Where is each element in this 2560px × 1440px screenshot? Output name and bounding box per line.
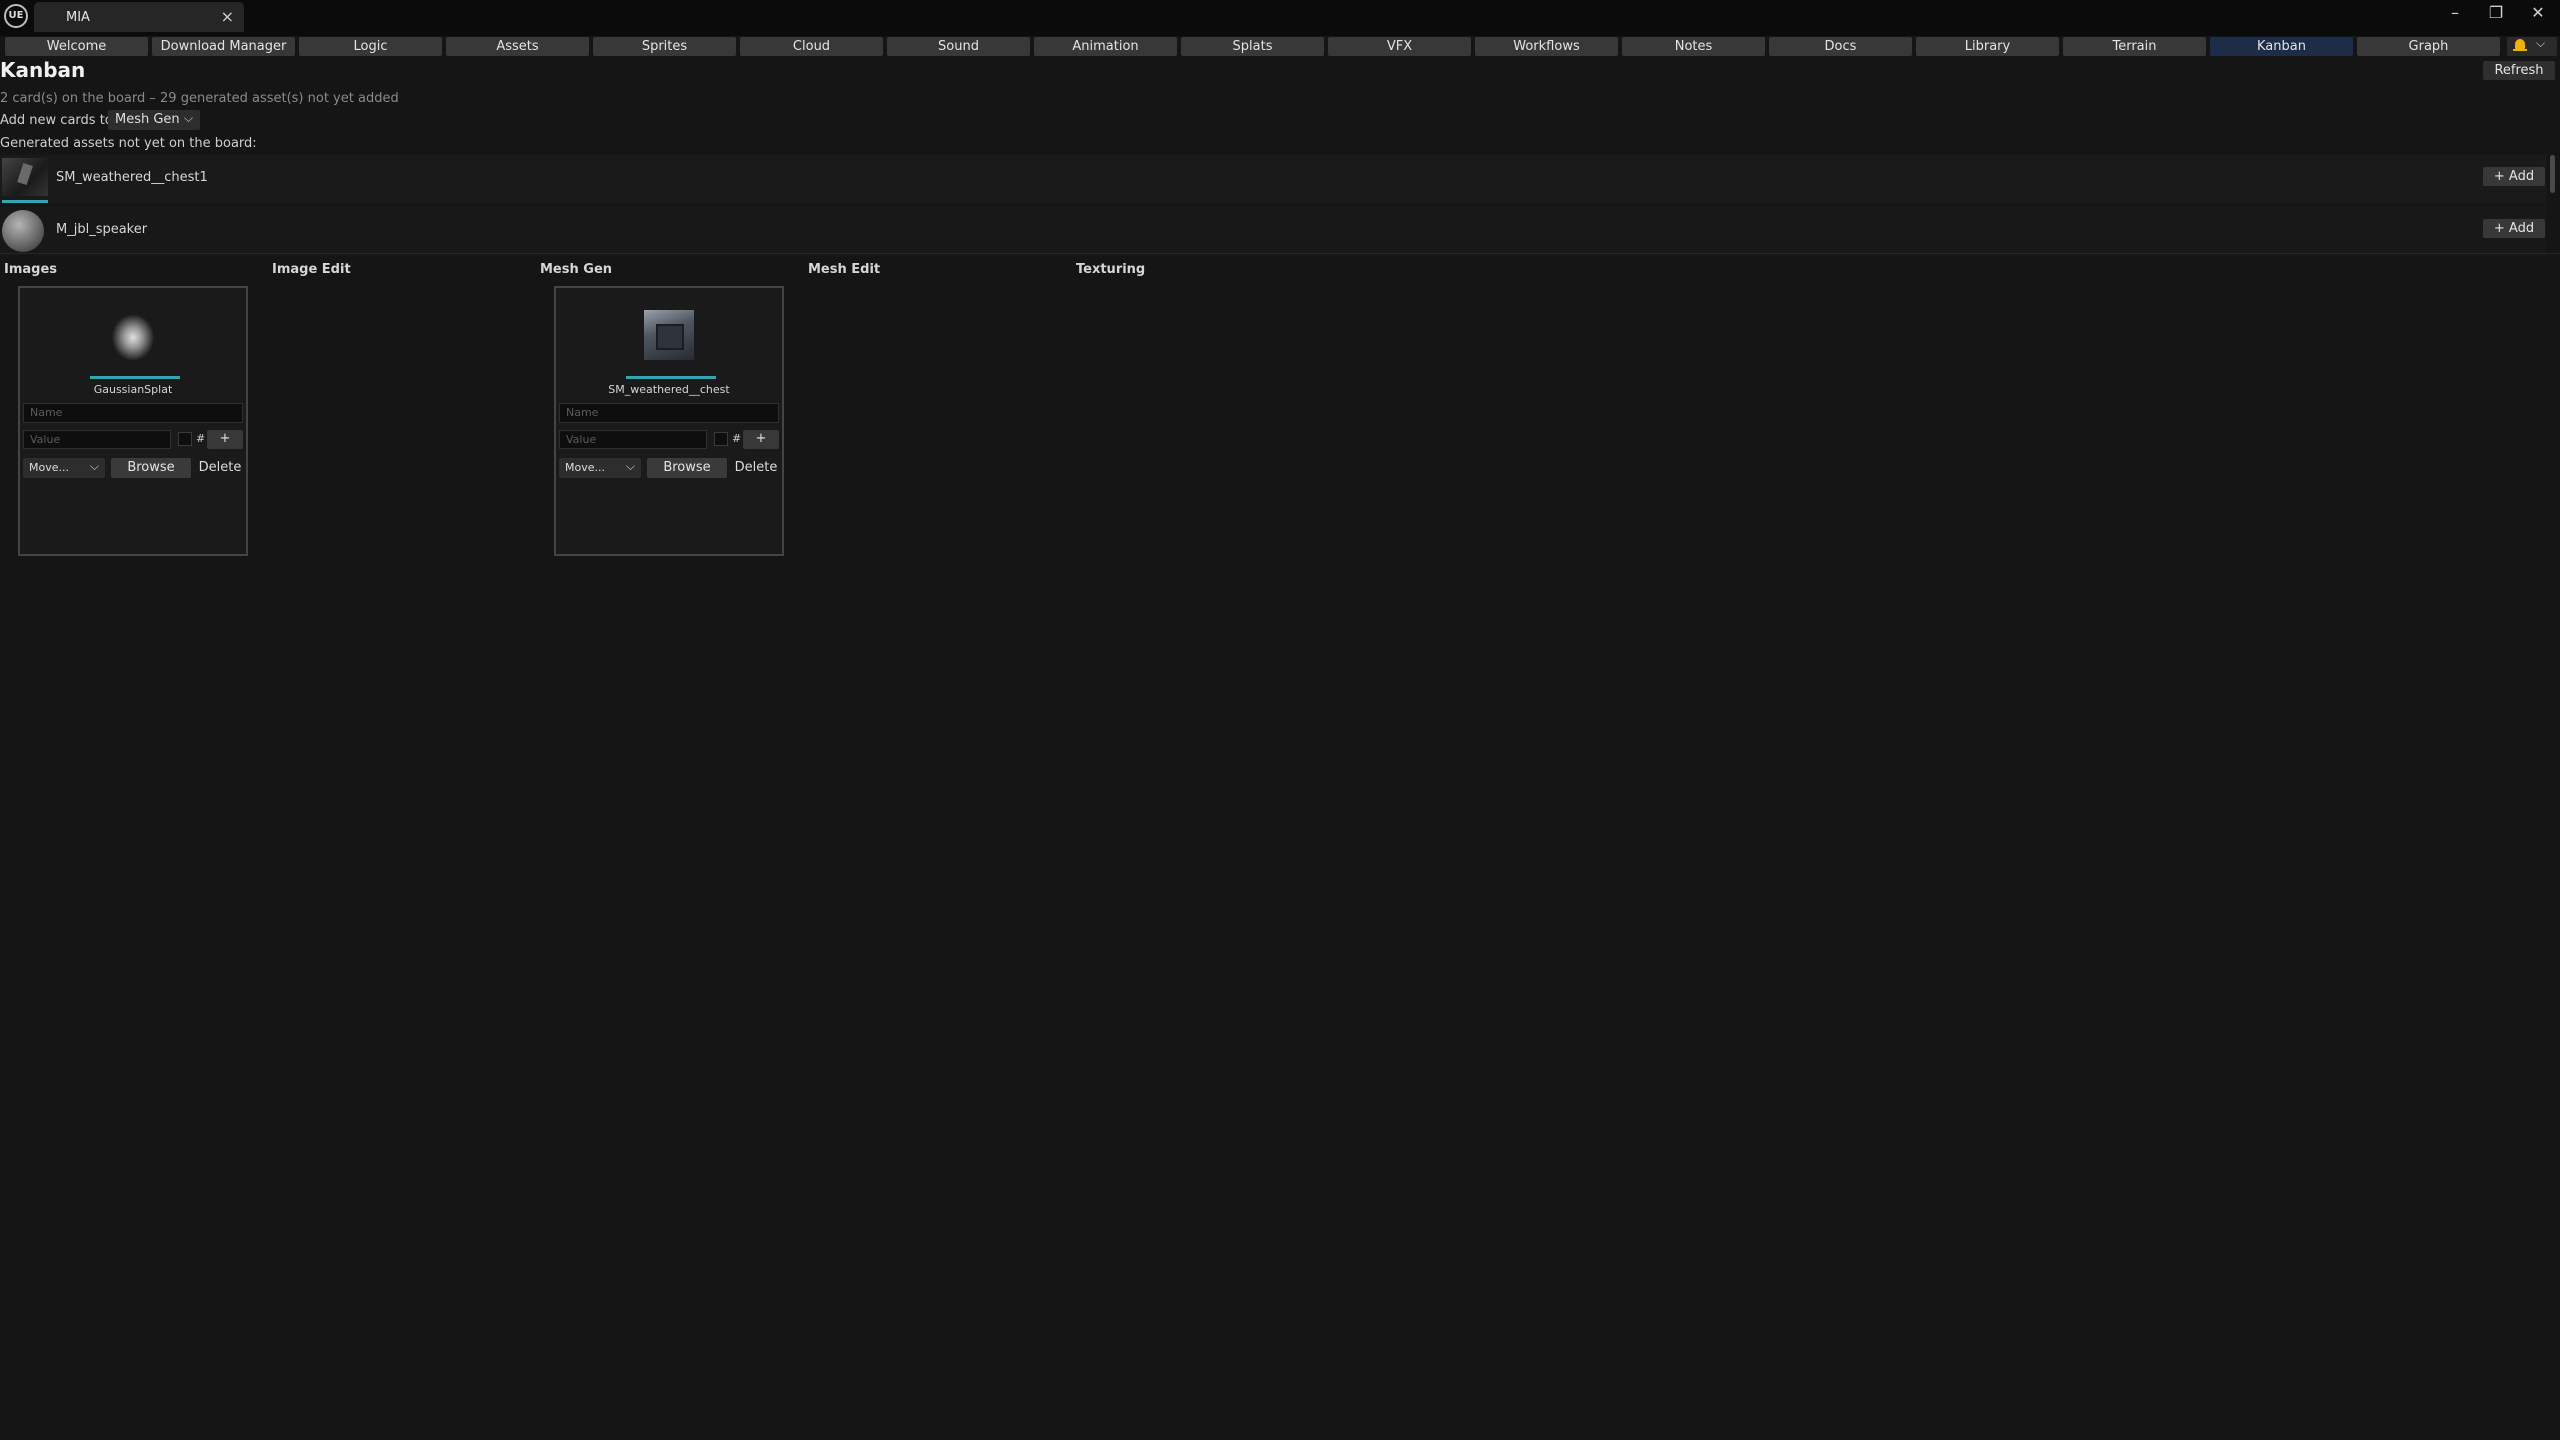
tab-download-manager[interactable]: Download Manager xyxy=(152,37,295,56)
refresh-button[interactable]: Refresh xyxy=(2483,61,2555,80)
asset-name: SM_weathered__chest1 xyxy=(56,170,208,185)
bell-icon xyxy=(2513,39,2527,51)
browse-button[interactable]: Browse xyxy=(111,458,191,478)
gaussian-splat-image xyxy=(108,310,158,360)
tab-terrain[interactable]: Terrain xyxy=(2063,37,2206,56)
title-bar: UE MIA × – ❐ ✕ xyxy=(0,0,2560,36)
tab-sound[interactable]: Sound xyxy=(887,37,1030,56)
tab-sprites[interactable]: Sprites xyxy=(593,37,736,56)
tab-docs[interactable]: Docs xyxy=(1769,37,1912,56)
asset-row: M_jbl_speaker + Add xyxy=(0,207,2546,255)
tab-cloud[interactable]: Cloud xyxy=(740,37,883,56)
move-to-select[interactable]: Move... ⌵ xyxy=(23,458,105,478)
column-header-texturing: Texturing xyxy=(1076,262,1146,277)
minimize-icon[interactable]: – xyxy=(2441,2,2469,26)
add-property-button[interactable]: + xyxy=(743,430,779,449)
hash-label: # xyxy=(196,432,206,445)
column-header-mesh-edit: Mesh Edit xyxy=(808,262,881,277)
column-header-images: Images xyxy=(4,262,58,277)
tab-kanban[interactable]: Kanban xyxy=(2210,37,2353,56)
move-to-value: Move... xyxy=(29,461,69,474)
notifications-button[interactable]: ⌵ xyxy=(2507,36,2557,56)
move-to-select[interactable]: Move... ⌵ xyxy=(559,458,641,478)
card-accent-bar xyxy=(626,376,716,379)
board-summary: 2 card(s) on the board – 29 generated as… xyxy=(0,91,399,106)
add-property-button[interactable]: + xyxy=(207,430,243,449)
asset-name: M_jbl_speaker xyxy=(56,222,148,237)
add-asset-button[interactable]: + Add xyxy=(2483,219,2545,238)
chest-thumbnail-image xyxy=(2,158,48,196)
assets-scrollbar[interactable] xyxy=(2550,155,2555,193)
delete-button[interactable]: Delete xyxy=(733,458,779,478)
card-title: GaussianSplat xyxy=(93,383,173,396)
chest-mesh-image xyxy=(644,310,694,360)
card-name-input[interactable]: Name xyxy=(559,403,779,423)
tab-library[interactable]: Library xyxy=(1916,37,2059,56)
tab-assets[interactable]: Assets xyxy=(446,37,589,56)
asset-accent-bar xyxy=(2,200,48,203)
delete-button[interactable]: Delete xyxy=(197,458,243,478)
column-header-mesh-gen: Mesh Gen xyxy=(540,262,613,277)
close-tab-icon[interactable]: × xyxy=(221,7,234,26)
card-thumbnail xyxy=(644,310,694,360)
asset-thumbnail xyxy=(2,158,48,200)
add-to-column-select[interactable]: Mesh Gen ⌵ xyxy=(108,110,200,130)
add-asset-button[interactable]: + Add xyxy=(2483,167,2545,186)
tab-notes[interactable]: Notes xyxy=(1622,37,1765,56)
divider xyxy=(0,253,2560,254)
tab-welcome[interactable]: Welcome xyxy=(5,37,148,56)
tab-workflows[interactable]: Workflows xyxy=(1475,37,1618,56)
add-to-label: Add new cards to: xyxy=(0,113,118,128)
column-header-image-edit: Image Edit xyxy=(272,262,351,277)
move-to-value: Move... xyxy=(565,461,605,474)
asset-row: SM_weathered__chest1 + Add xyxy=(0,155,2546,203)
hash-label: # xyxy=(732,432,742,445)
close-window-icon[interactable]: ✕ xyxy=(2524,2,2552,26)
card-accent-bar xyxy=(90,376,180,379)
browse-button[interactable]: Browse xyxy=(647,458,727,478)
card-name-input[interactable]: Name xyxy=(23,403,243,423)
numeric-checkbox[interactable] xyxy=(178,432,192,446)
tab-animation[interactable]: Animation xyxy=(1034,37,1177,56)
chevron-down-icon: ⌵ xyxy=(183,111,193,125)
tab-splats[interactable]: Splats xyxy=(1181,37,1324,56)
unreal-logo-icon[interactable]: UE xyxy=(4,4,28,28)
chevron-down-icon: ⌵ xyxy=(625,459,635,473)
kanban-card[interactable]: SM_weathered__chest Name Value # + Move.… xyxy=(554,286,784,556)
kanban-card[interactable]: GaussianSplat Name Value # + Move... ⌵ B… xyxy=(18,286,248,556)
chevron-down-icon: ⌵ xyxy=(89,459,99,473)
generated-assets-label: Generated assets not yet on the board: xyxy=(0,136,257,151)
numeric-checkbox[interactable] xyxy=(714,432,728,446)
card-value-input[interactable]: Value xyxy=(23,430,171,449)
restore-icon[interactable]: ❐ xyxy=(2482,2,2510,26)
document-tab-title: MIA xyxy=(66,10,90,25)
page-title: Kanban xyxy=(0,58,86,82)
asset-thumbnail xyxy=(2,210,48,252)
card-title: SM_weathered__chest xyxy=(608,383,730,396)
document-tab[interactable]: MIA × xyxy=(34,2,244,32)
tab-vfx[interactable]: VFX xyxy=(1328,37,1471,56)
tab-logic[interactable]: Logic xyxy=(299,37,442,56)
material-sphere-thumbnail-image xyxy=(2,210,44,252)
add-to-column-value: Mesh Gen xyxy=(115,112,180,127)
card-thumbnail xyxy=(108,310,158,360)
tab-graph[interactable]: Graph xyxy=(2357,37,2500,56)
card-value-input[interactable]: Value xyxy=(559,430,707,449)
chevron-down-icon: ⌵ xyxy=(2536,36,2546,50)
main-tab-strip: Welcome Download Manager Logic Assets Sp… xyxy=(0,36,2560,58)
